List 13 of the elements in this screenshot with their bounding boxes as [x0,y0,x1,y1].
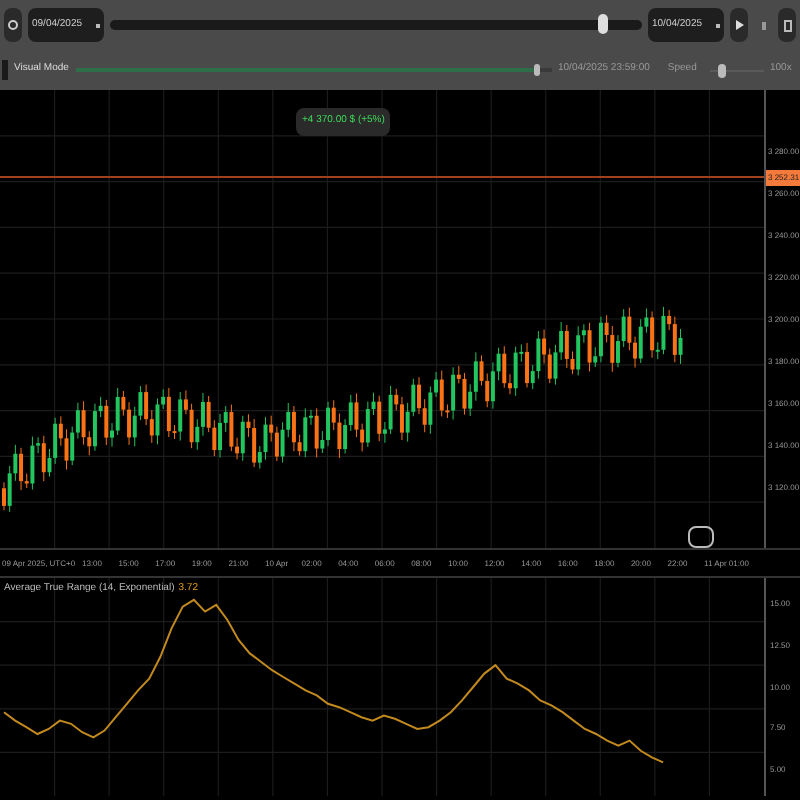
speed-thumb[interactable] [717,63,726,77]
calendar-button[interactable] [778,8,796,42]
caret-icon [716,23,720,27]
play-button[interactable] [730,8,748,42]
scroll-marker[interactable] [688,526,714,548]
visual-mode-checkbox[interactable] [2,60,8,80]
timeline-track[interactable] [110,20,642,30]
timeline-thumb[interactable] [598,14,609,34]
settings-icon [8,20,18,30]
settings-button[interactable] [4,8,22,42]
play-icon [735,20,743,30]
caret-icon [96,23,100,27]
progress-thumb[interactable] [534,64,541,76]
